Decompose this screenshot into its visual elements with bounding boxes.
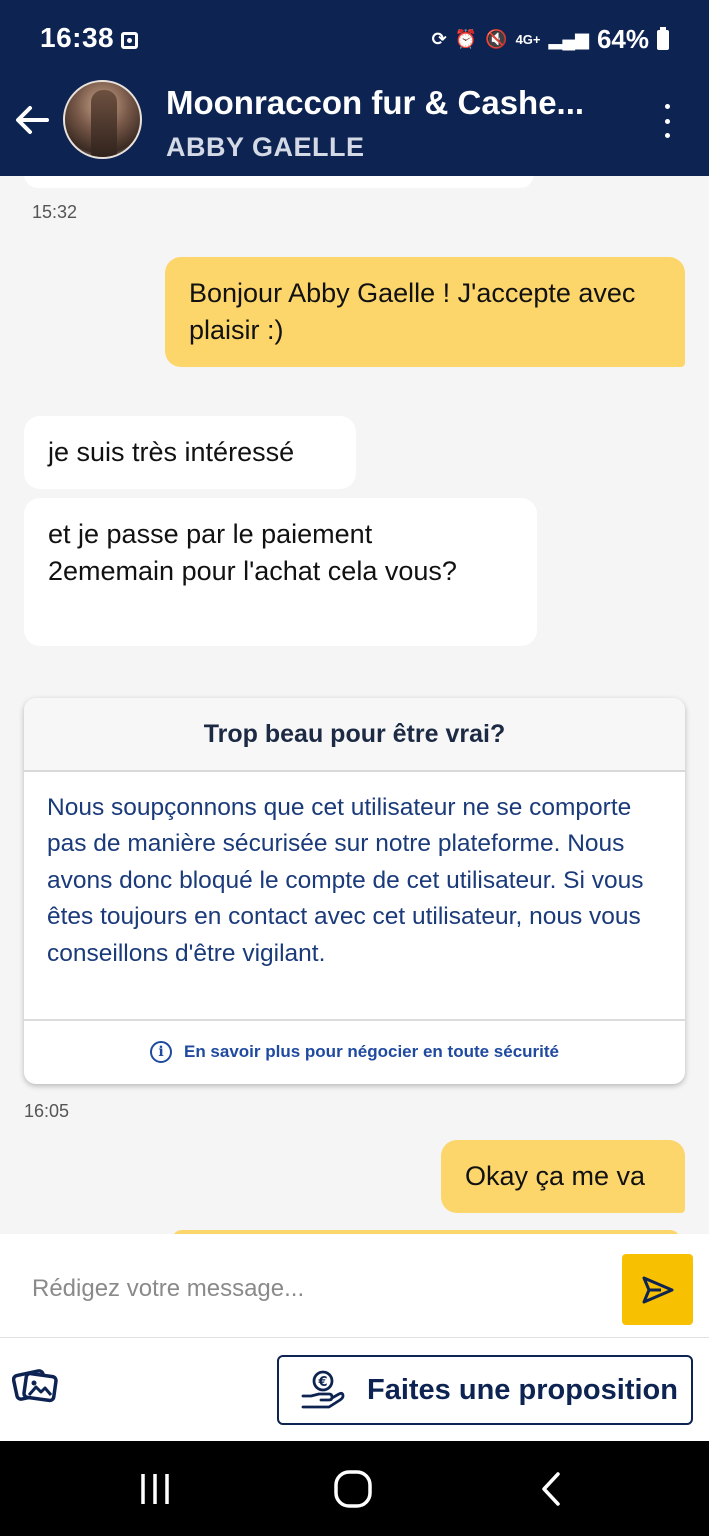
recent-apps-icon [141,1474,169,1504]
message-input[interactable] [14,1254,604,1324]
outgoing-message[interactable]: Okay ça me va [441,1140,685,1213]
message-bubble-cut [24,176,534,188]
message-timestamp: 15:32 [32,202,78,222]
battery-percent: 64% [596,24,649,54]
status-bar: 16:38 ⟳ ⏰ 🔇 4G+ ▂▄▆ 64% [0,0,709,66]
chat-messages[interactable]: 15:32 Bonjour Abby Gaelle ! J'accepte av… [0,176,709,1234]
seller-name[interactable]: ABBY GAELLE [166,132,365,163]
incoming-message[interactable]: et je passe par le paiement 2ememain pou… [24,498,537,646]
safety-info-link[interactable]: i En savoir plus pour négocier en toute … [24,1021,685,1082]
warning-title: Trop beau pour être vrai? [24,698,685,772]
home-icon [334,1470,372,1508]
back-button[interactable] [12,96,52,144]
more-vert-dot [664,118,670,124]
safety-warning-card: Trop beau pour être vrai? Nous soupçonno… [24,698,685,1084]
more-options-button[interactable] [661,104,673,138]
system-nav-bar [0,1441,709,1536]
image-gallery-icon [11,1369,58,1403]
message-text: et je passe par le paiement 2ememain pou… [48,519,457,586]
message-text: Bonjour Abby Gaelle ! J'accepte avec pla… [189,278,636,345]
message-text: Okay ça me va [465,1161,646,1191]
alarm-icon: ⏰ [454,29,478,49]
battery-icon [657,26,669,50]
send-icon [642,1276,673,1303]
recent-apps-button[interactable] [135,1469,175,1509]
safety-info-link-text: En savoir plus pour négocier en toute sé… [183,1041,560,1061]
status-time: 16:38 [40,22,115,53]
signal-icon: ▂▄▆ [548,29,589,49]
svg-text:€: € [317,1375,327,1390]
message-composer [0,1234,709,1338]
more-vert-icon [664,104,670,109]
avatar[interactable] [63,80,142,159]
warning-body: Nous soupçonnons que cet utilisateur ne … [24,772,685,1021]
incoming-message[interactable]: je suis très intéressé [24,416,356,489]
notification-icon [121,32,138,49]
avatar-photo [91,90,117,157]
hand-euro-icon: € [301,1370,345,1409]
mute-icon: 🔇 [485,29,508,49]
listing-title[interactable]: Moonraccon fur & Cashe... [166,84,584,122]
message-timestamp: 16:05 [24,1101,70,1121]
back-arrow-icon [16,106,49,134]
info-icon: i [149,1040,172,1063]
message-text: je suis très intéressé [48,437,295,467]
status-icons: ⟳ ⏰ 🔇 4G+ ▂▄▆ 64% [432,24,669,55]
more-vert-dot [664,133,670,138]
make-offer-button[interactable]: € Faites une proposition [277,1355,693,1425]
add-photo-button[interactable] [11,1364,60,1404]
system-back-icon [542,1472,560,1506]
outgoing-message[interactable]: Bonjour Abby Gaelle ! J'accepte avec pla… [165,257,685,367]
make-offer-label: Faites une proposition [367,1373,678,1406]
action-row: € Faites une proposition [0,1338,709,1441]
network-type: 4G+ [515,32,541,47]
send-button[interactable] [622,1254,693,1325]
sync-icon: ⟳ [431,29,447,49]
chat-header: Moonraccon fur & Cashe... ABBY GAELLE [0,66,709,176]
system-back-button[interactable] [531,1469,571,1509]
home-button[interactable] [333,1469,373,1509]
